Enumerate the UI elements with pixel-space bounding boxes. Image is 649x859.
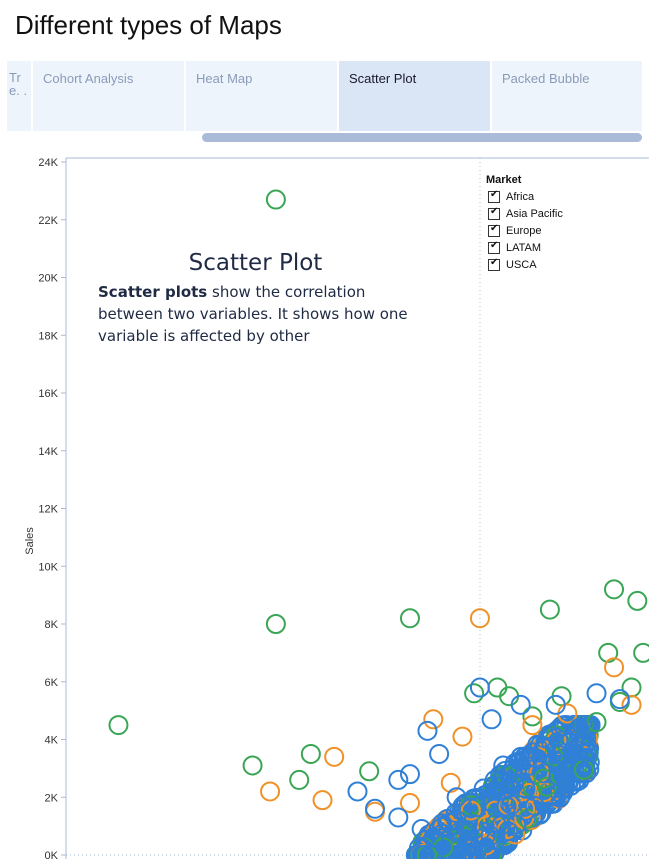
y-tick-label: 0K: [45, 850, 59, 859]
data-point: [429, 743, 450, 764]
y-tick-label: 18K: [38, 330, 58, 342]
data-point: [399, 764, 420, 785]
checkbox-icon[interactable]: [488, 189, 500, 203]
y-tick-label: 4K: [45, 735, 59, 747]
legend-label: LATAM: [506, 241, 542, 254]
data-point: [265, 189, 286, 210]
data-point: [633, 642, 649, 663]
y-axis-label: Sales: [24, 527, 36, 555]
y-tick-label: 6K: [45, 677, 59, 689]
market-legend: Market Africa Asia Pacific Europe LATAM …: [486, 174, 563, 273]
checkbox-icon[interactable]: [488, 257, 500, 271]
tab-scatter-plot[interactable]: Scatter Plot: [339, 61, 490, 131]
legend-title: Market: [486, 174, 522, 186]
data-point: [399, 608, 420, 629]
y-tick-label: 2K: [45, 792, 59, 804]
legend-item-europe[interactable]: Europe: [486, 222, 563, 239]
tab-bar: Tr e. . Cohort Analysis Heat Map Scatter…: [7, 61, 642, 131]
annotation-bold: Scatter plots: [98, 283, 208, 301]
data-point: [108, 715, 129, 736]
data-point: [604, 657, 625, 678]
y-tick-label: 22K: [38, 215, 58, 227]
data-point: [300, 743, 321, 764]
data-point: [621, 694, 642, 715]
legend-label: Asia Pacific: [506, 207, 563, 220]
data-point: [289, 769, 310, 790]
data-point: [423, 709, 444, 730]
data-point: [359, 761, 380, 782]
data-point: [604, 579, 625, 600]
tabs-scrollbar[interactable]: [202, 133, 642, 142]
y-tick-label: 16K: [38, 388, 58, 400]
checkbox-icon[interactable]: [488, 206, 500, 220]
data-point: [242, 755, 263, 776]
legend-item-latam[interactable]: LATAM: [486, 239, 563, 256]
y-tick-label: 8K: [45, 619, 59, 631]
tab-heat-map[interactable]: Heat Map: [186, 61, 337, 131]
data-point: [388, 807, 409, 828]
legend-item-africa[interactable]: Africa: [486, 188, 563, 205]
legend-label: USCA: [506, 258, 537, 271]
tab-truncated[interactable]: Tr e. .: [7, 61, 31, 131]
y-tick-label: 14K: [38, 446, 58, 458]
tab-cohort-analysis[interactable]: Cohort Analysis: [33, 61, 184, 131]
data-point: [586, 683, 607, 704]
page-title: Different types of Maps: [15, 10, 282, 40]
data-point: [487, 677, 508, 698]
data-point: [312, 790, 333, 811]
data-point: [388, 769, 409, 790]
checkbox-icon[interactable]: [488, 240, 500, 254]
annotation-title: Scatter Plot: [188, 250, 323, 276]
data-point: [539, 599, 560, 620]
data-point: [627, 590, 648, 611]
data-point: [265, 614, 286, 634]
checkbox-icon[interactable]: [488, 223, 500, 237]
data-point: [260, 781, 281, 802]
y-tick-label: 10K: [38, 561, 58, 573]
data-point: [324, 746, 345, 767]
y-tick-label: 24K: [38, 157, 58, 169]
data-point: [452, 726, 473, 747]
legend-label: Europe: [506, 224, 542, 237]
data-point: [347, 781, 368, 802]
annotation-body: Scatter plots show the correlation betwe…: [98, 281, 428, 347]
tab-packed-bubble[interactable]: Packed Bubble: [492, 61, 642, 131]
legend-item-usca[interactable]: USCA: [486, 256, 563, 273]
data-point: [510, 694, 531, 715]
data-point: [499, 686, 520, 707]
legend-label: Africa: [506, 190, 535, 203]
legend-item-asia-pacific[interactable]: Asia Pacific: [486, 205, 563, 222]
y-tick-label: 20K: [38, 273, 58, 285]
data-point: [481, 709, 502, 730]
data-point: [417, 720, 438, 741]
y-tick-label: 12K: [38, 504, 58, 516]
